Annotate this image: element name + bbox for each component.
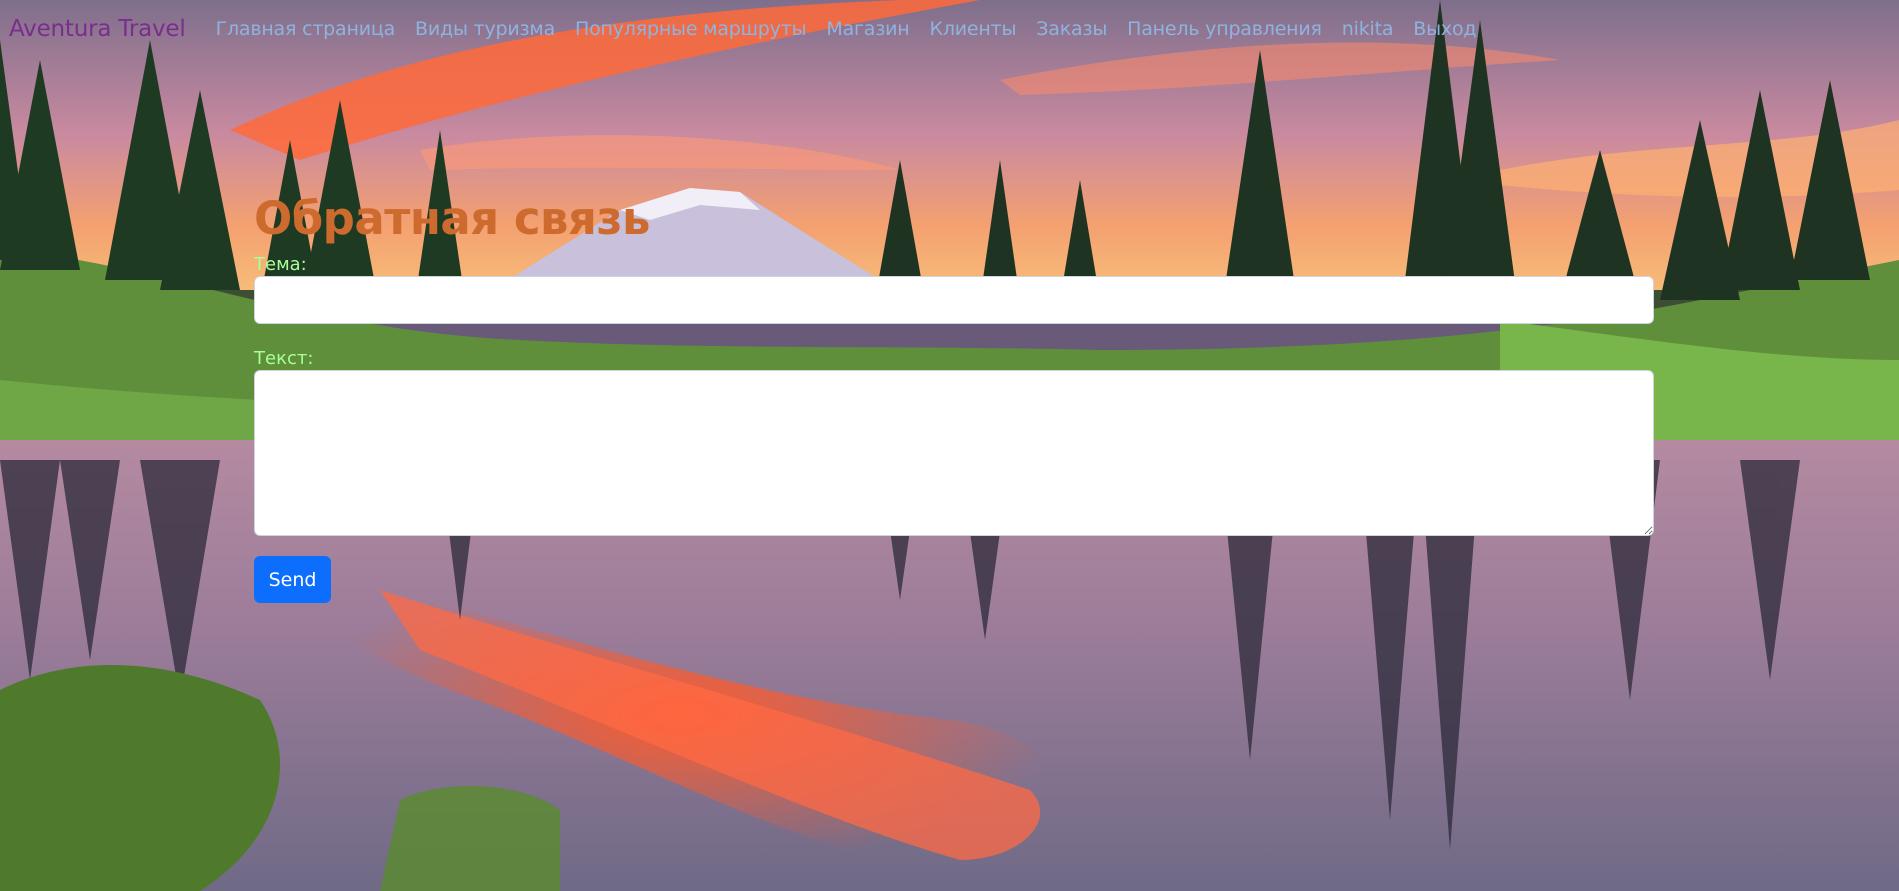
nav-link-username[interactable]: nikita <box>1332 18 1404 40</box>
nav-link-clients[interactable]: Клиенты <box>920 18 1027 40</box>
nav-link-shop[interactable]: Магазин <box>816 18 919 40</box>
text-label: Текст: <box>254 348 314 369</box>
feedback-form-container: Обратная связь Тема: Текст: Send <box>254 190 1654 603</box>
nav-link-popular-routes[interactable]: Популярные маршруты <box>565 18 816 40</box>
subject-input[interactable] <box>254 276 1654 324</box>
text-textarea[interactable] <box>254 370 1654 536</box>
brand-logo-link[interactable]: Aventura Travel <box>9 16 186 42</box>
nav-link-dashboard[interactable]: Панель управления <box>1117 18 1332 40</box>
nav-link-home[interactable]: Главная страница <box>206 18 405 40</box>
nav-link-logout[interactable]: Выход <box>1403 18 1486 40</box>
nav-link-tourism-types[interactable]: Виды туризма <box>405 18 565 40</box>
subject-label: Тема: <box>254 254 307 275</box>
top-navbar: Aventura Travel Главная страница Виды ту… <box>0 0 1899 58</box>
nav-link-orders[interactable]: Заказы <box>1026 18 1117 40</box>
page-title: Обратная связь <box>254 192 651 245</box>
send-button[interactable]: Send <box>254 556 331 603</box>
text-group: Текст: <box>254 348 1654 536</box>
nav-links: Главная страница Виды туризма Популярные… <box>206 18 1487 40</box>
subject-group: Тема: <box>254 254 1654 324</box>
